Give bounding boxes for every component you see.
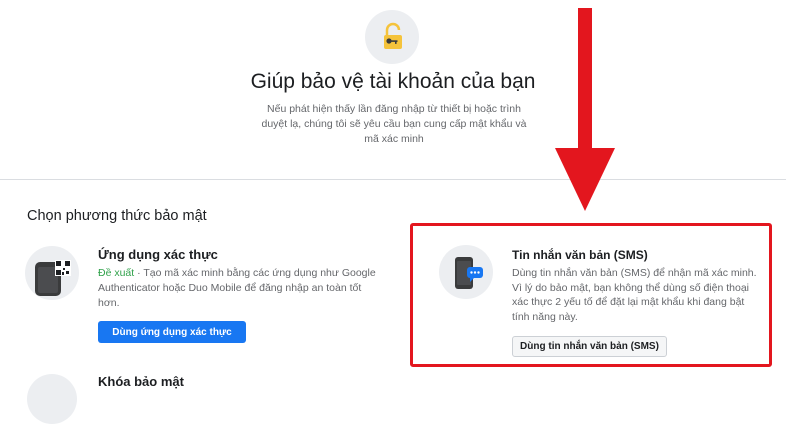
lock-icon-container xyxy=(365,10,419,64)
authenticator-option-title: Ứng dụng xác thực xyxy=(98,247,218,262)
use-sms-button[interactable]: Dùng tin nhắn văn bản (SMS) xyxy=(512,336,667,357)
sms-option-title: Tin nhắn văn bản (SMS) xyxy=(512,248,648,262)
use-authenticator-button[interactable]: Dùng ứng dụng xác thực xyxy=(98,321,246,343)
sms-phone-icon xyxy=(455,257,483,289)
page-title: Giúp bảo vệ tài khoản của bạn xyxy=(250,70,536,93)
section-title: Chọn phương thức bảo mật xyxy=(27,208,207,224)
sms-icon-container xyxy=(439,245,493,299)
authenticator-icon-container xyxy=(25,246,79,300)
authenticator-option-description: Đề xuất · Tạo mã xác minh bằng các ứng d… xyxy=(98,266,383,311)
section-divider xyxy=(0,179,786,180)
page-description: Nếu phát hiện thấy lần đăng nhập từ thiế… xyxy=(261,103,527,145)
qr-code-phone-icon xyxy=(35,260,71,296)
lock-key-icon xyxy=(384,22,402,49)
authenticator-description-text: · Tạo mã xác minh bằng các ứng dụng như … xyxy=(98,267,376,309)
sms-option-description: Dùng tin nhắn văn bản (SMS) để nhận mã x… xyxy=(512,267,757,323)
red-arrow-annotation xyxy=(555,8,615,211)
recommended-label: Đề xuất xyxy=(98,267,135,279)
